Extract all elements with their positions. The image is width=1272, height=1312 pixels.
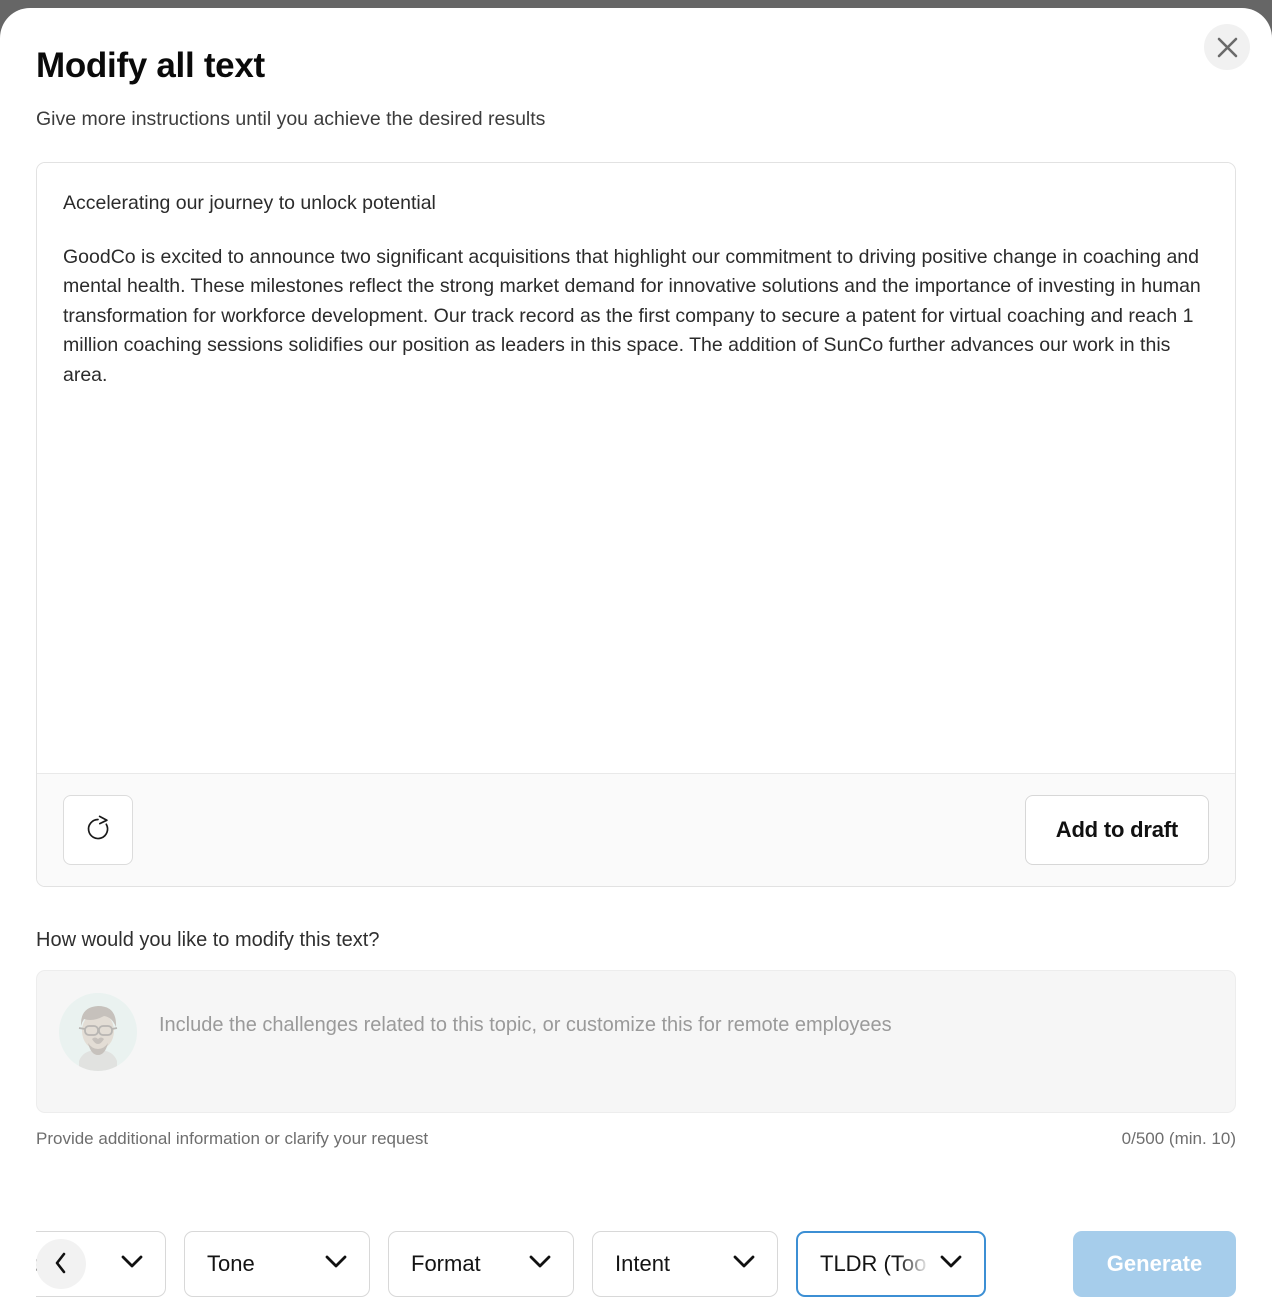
bottom-toolbar: alues Tone Format Intent xyxy=(0,1216,1272,1312)
scroll-left-button[interactable] xyxy=(36,1239,86,1289)
prompt-question: How would you like to modify this text? xyxy=(36,929,380,952)
dropdown-tldr[interactable]: TLDR (Too xyxy=(796,1231,987,1297)
prompt-input[interactable]: Include the challenges related to this t… xyxy=(36,970,1236,1114)
generated-text-actions: Add to draft xyxy=(37,773,1235,887)
chevron-down-icon xyxy=(733,1255,755,1274)
chevron-down-icon xyxy=(121,1255,143,1274)
prompt-helper-text: Provide additional information or clarif… xyxy=(36,1129,429,1149)
dropdown-intent-label: Intent xyxy=(615,1251,671,1276)
dropdown-format-label: Format xyxy=(411,1251,481,1276)
close-button[interactable] xyxy=(1204,24,1250,70)
chevron-down-icon xyxy=(940,1255,962,1274)
generated-text-paragraph: GoodCo is excited to announce two signif… xyxy=(63,245,1201,387)
page-title: Modify all text xyxy=(36,46,265,85)
close-icon xyxy=(1216,36,1239,59)
chevron-left-icon xyxy=(54,1252,68,1277)
prompt-helper-row: Provide additional information or clarif… xyxy=(36,1129,1236,1149)
dropdown-tone[interactable]: Tone xyxy=(184,1231,370,1297)
chevron-down-icon xyxy=(325,1255,347,1274)
dropdown-tone-label: Tone xyxy=(207,1251,255,1276)
character-counter: 0/500 (min. 10) xyxy=(1121,1129,1236,1149)
refresh-icon xyxy=(83,814,113,847)
generated-text-body[interactable]: Accelerating our journey to unlock poten… xyxy=(37,163,1235,774)
refresh-button[interactable] xyxy=(63,795,133,866)
modify-all-text-modal: Modify all text Give more instructions u… xyxy=(0,8,1272,1312)
generated-text-heading: Accelerating our journey to unlock poten… xyxy=(63,192,436,215)
dropdown-tldr-label: TLDR (Too xyxy=(820,1251,927,1276)
generate-button[interactable]: Generate xyxy=(1073,1231,1236,1297)
modal-header: Modify all text Give more instructions u… xyxy=(0,8,1272,131)
avatar xyxy=(59,993,137,1072)
chip-scroller: alues Tone Format Intent xyxy=(36,1216,1049,1312)
modal-subtitle: Give more instructions until you achieve… xyxy=(36,108,546,131)
chevron-down-icon xyxy=(529,1255,551,1274)
prompt-placeholder: Include the challenges related to this t… xyxy=(159,1014,892,1037)
generated-text-card: Accelerating our journey to unlock poten… xyxy=(36,162,1236,888)
dropdown-intent[interactable]: Intent xyxy=(592,1231,778,1297)
avatar-illustration-icon xyxy=(59,993,137,1072)
add-to-draft-button[interactable]: Add to draft xyxy=(1024,795,1209,866)
dropdown-format[interactable]: Format xyxy=(388,1231,574,1297)
